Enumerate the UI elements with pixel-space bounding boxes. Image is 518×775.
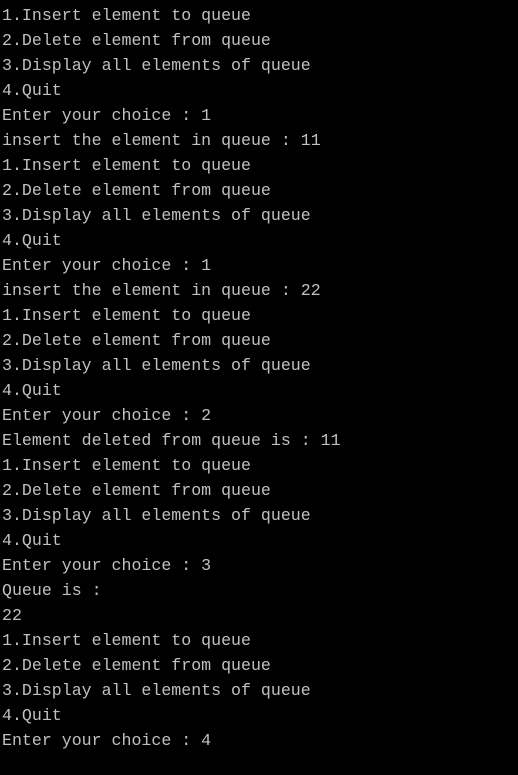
console-prompt-line: Enter your choice : 2 [2, 406, 212, 425]
console-line: insert the element in queue : 22 [2, 281, 321, 300]
console-line: insert the element in queue : 11 [2, 131, 321, 150]
console-prompt-line: Enter your choice : 4 [2, 731, 212, 750]
console-line: 4.Quit [2, 381, 62, 400]
console-line: 3.Display all elements of queue [2, 506, 311, 525]
console-line: 2.Delete element from queue [2, 481, 271, 500]
console-line: 4.Quit [2, 531, 62, 550]
console-line: 2.Delete element from queue [2, 181, 271, 200]
console-line: 3.Display all elements of queue [2, 206, 311, 225]
console-line: 1.Insert element to queue [2, 456, 251, 475]
console-line: 2.Delete element from queue [2, 656, 271, 675]
console-prompt-line: Enter your choice : 3 [2, 556, 212, 575]
console-line: 4.Quit [2, 81, 62, 100]
console-line: 4.Quit [2, 706, 62, 725]
console-line: Element deleted from queue is : 11 [2, 431, 341, 450]
console-line: 2.Delete element from queue [2, 31, 271, 50]
console-line: 3.Display all elements of queue [2, 356, 311, 375]
console-window[interactable]: 1.Insert element to queue 2.Delete eleme… [0, 0, 518, 775]
console-line: 3.Display all elements of queue [2, 56, 311, 75]
console-line: 1.Insert element to queue [2, 306, 251, 325]
console-line: 1.Insert element to queue [2, 6, 251, 25]
console-prompt-line: Enter your choice : 1 [2, 106, 212, 125]
console-line: 1.Insert element to queue [2, 631, 251, 650]
console-line: Queue is : [2, 581, 102, 600]
console-prompt-line: Enter your choice : 1 [2, 256, 212, 275]
console-line: 22 [2, 606, 22, 625]
console-output: 1.Insert element to queue 2.Delete eleme… [2, 3, 341, 753]
console-line: 3.Display all elements of queue [2, 681, 311, 700]
console-line: 2.Delete element from queue [2, 331, 271, 350]
console-line: 4.Quit [2, 231, 62, 250]
console-line: 1.Insert element to queue [2, 156, 251, 175]
